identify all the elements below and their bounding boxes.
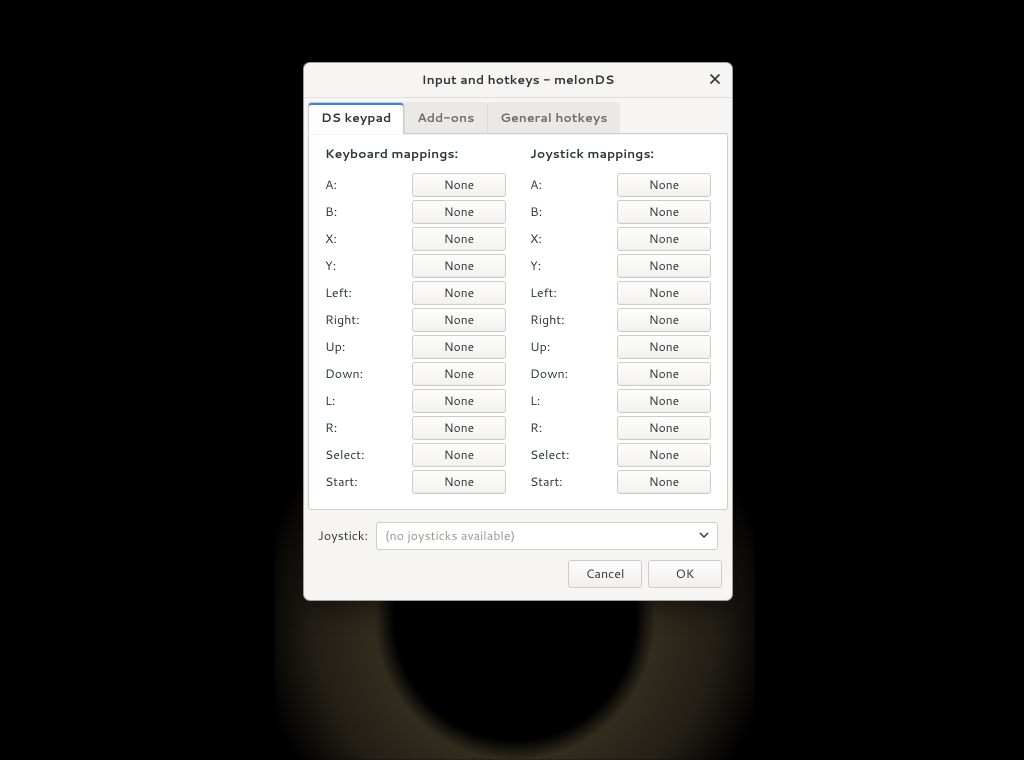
joystick-map-label-right: Right: <box>530 311 565 329</box>
joystick-map-button-b[interactable]: None <box>617 200 711 224</box>
joystick-mappings-heading: Joystick mappings: <box>530 145 711 163</box>
keyboard-map-button-up[interactable]: None <box>412 335 506 359</box>
keyboard-map-row-left: Left: None <box>325 279 506 306</box>
joystick-map-button-down[interactable]: None <box>617 362 711 386</box>
input-hotkeys-dialog: Input and hotkeys - melonDS DS keypad Ad… <box>303 62 733 601</box>
joystick-map-row-l: L: None <box>530 387 711 414</box>
joystick-map-button-left[interactable]: None <box>617 281 711 305</box>
joystick-selector-row: Joystick: (no joysticks available) <box>304 514 732 550</box>
chevron-down-icon <box>699 527 709 545</box>
cancel-button[interactable]: Cancel <box>568 560 642 588</box>
joystick-map-row-x: X: None <box>530 225 711 252</box>
close-icon <box>710 71 720 89</box>
keyboard-map-button-b[interactable]: None <box>412 200 506 224</box>
keyboard-map-row-select: Select: None <box>325 441 506 468</box>
joystick-map-label-l: L: <box>530 392 540 410</box>
keyboard-map-label-y: Y: <box>325 257 336 275</box>
joystick-map-label-r: R: <box>530 419 542 437</box>
joystick-map-label-a: A: <box>530 176 542 194</box>
keyboard-map-label-l: L: <box>325 392 335 410</box>
keyboard-map-label-select: Select: <box>325 446 365 464</box>
tab-add-ons[interactable]: Add-ons <box>404 102 487 134</box>
joystick-selector[interactable]: (no joysticks available) <box>376 522 718 550</box>
keyboard-map-label-b: B: <box>325 203 337 221</box>
joystick-map-label-start: Start: <box>530 473 563 491</box>
joystick-map-button-l[interactable]: None <box>617 389 711 413</box>
joystick-selector-label: Joystick: <box>318 527 368 545</box>
keyboard-map-row-x: X: None <box>325 225 506 252</box>
joystick-map-button-right[interactable]: None <box>617 308 711 332</box>
keyboard-mappings-heading: Keyboard mappings: <box>325 145 506 163</box>
ok-button[interactable]: OK <box>648 560 722 588</box>
keyboard-map-button-x[interactable]: None <box>412 227 506 251</box>
keyboard-map-label-down: Down: <box>325 365 363 383</box>
dialog-titlebar: Input and hotkeys - melonDS <box>304 63 732 98</box>
tab-page-ds-keypad: Keyboard mappings: A: None B: None X: None Y: N… <box>308 135 728 510</box>
joystick-map-button-up[interactable]: None <box>617 335 711 359</box>
dialog-button-row: Cancel OK <box>304 550 732 600</box>
keyboard-map-row-b: B: None <box>325 198 506 225</box>
joystick-map-row-up: Up: None <box>530 333 711 360</box>
joystick-map-label-up: Up: <box>530 338 550 356</box>
keyboard-map-button-select[interactable]: None <box>412 443 506 467</box>
keyboard-map-label-start: Start: <box>325 473 358 491</box>
joystick-map-row-start: Start: None <box>530 468 711 495</box>
dialog-title: Input and hotkeys - melonDS <box>422 71 615 89</box>
keyboard-map-row-a: A: None <box>325 171 506 198</box>
keyboard-map-label-left: Left: <box>325 284 352 302</box>
keyboard-map-label-r: R: <box>325 419 337 437</box>
joystick-selector-value: (no joysticks available) <box>385 527 515 545</box>
joystick-map-button-start[interactable]: None <box>617 470 711 494</box>
joystick-map-row-left: Left: None <box>530 279 711 306</box>
keyboard-map-row-l: L: None <box>325 387 506 414</box>
tab-ds-keypad[interactable]: DS keypad <box>308 102 404 134</box>
joystick-map-row-b: B: None <box>530 198 711 225</box>
keyboard-map-label-x: X: <box>325 230 337 248</box>
keyboard-map-row-y: Y: None <box>325 252 506 279</box>
joystick-map-label-left: Left: <box>530 284 557 302</box>
keyboard-map-button-y[interactable]: None <box>412 254 506 278</box>
keyboard-map-button-left[interactable]: None <box>412 281 506 305</box>
keyboard-map-row-down: Down: None <box>325 360 506 387</box>
tab-bar: DS keypad Add-ons General hotkeys <box>304 98 732 134</box>
keyboard-map-row-r: R: None <box>325 414 506 441</box>
joystick-map-row-r: R: None <box>530 414 711 441</box>
joystick-map-button-x[interactable]: None <box>617 227 711 251</box>
joystick-map-row-right: Right: None <box>530 306 711 333</box>
joystick-map-row-a: A: None <box>530 171 711 198</box>
keyboard-map-button-l[interactable]: None <box>412 389 506 413</box>
joystick-map-button-r[interactable]: None <box>617 416 711 440</box>
keyboard-map-row-start: Start: None <box>325 468 506 495</box>
keyboard-map-button-down[interactable]: None <box>412 362 506 386</box>
keyboard-mappings-column: Keyboard mappings: A: None B: None X: None Y: N… <box>325 145 506 495</box>
joystick-map-row-y: Y: None <box>530 252 711 279</box>
keyboard-map-row-up: Up: None <box>325 333 506 360</box>
joystick-map-button-y[interactable]: None <box>617 254 711 278</box>
joystick-map-label-down: Down: <box>530 365 568 383</box>
keyboard-map-row-right: Right: None <box>325 306 506 333</box>
keyboard-map-button-right[interactable]: None <box>412 308 506 332</box>
joystick-map-label-x: X: <box>530 230 542 248</box>
keyboard-map-button-start[interactable]: None <box>412 470 506 494</box>
joystick-map-row-down: Down: None <box>530 360 711 387</box>
keyboard-map-button-r[interactable]: None <box>412 416 506 440</box>
keyboard-map-label-right: Right: <box>325 311 360 329</box>
tab-general-hotkeys[interactable]: General hotkeys <box>487 102 620 134</box>
joystick-map-label-b: B: <box>530 203 542 221</box>
close-button[interactable] <box>704 69 726 91</box>
keyboard-map-label-a: A: <box>325 176 337 194</box>
keyboard-map-button-a[interactable]: None <box>412 173 506 197</box>
joystick-map-button-a[interactable]: None <box>617 173 711 197</box>
joystick-map-label-y: Y: <box>530 257 541 275</box>
joystick-mappings-column: Joystick mappings: A: None B: None X: None Y: N… <box>530 145 711 495</box>
keyboard-map-label-up: Up: <box>325 338 345 356</box>
joystick-map-row-select: Select: None <box>530 441 711 468</box>
joystick-map-button-select[interactable]: None <box>617 443 711 467</box>
joystick-map-label-select: Select: <box>530 446 570 464</box>
